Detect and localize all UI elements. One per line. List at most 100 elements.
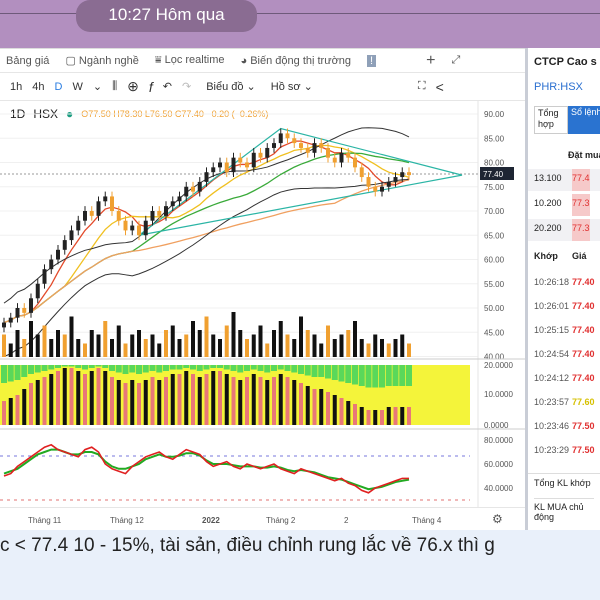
ind1-bar xyxy=(15,395,20,425)
candle-body xyxy=(373,186,378,192)
candle-body xyxy=(224,162,229,173)
volume-bar xyxy=(130,334,135,357)
volume-bar xyxy=(366,343,371,357)
candle-body xyxy=(305,147,310,153)
price-tick-label: 90.00 xyxy=(484,110,505,119)
ind1-bar xyxy=(319,389,324,425)
ind1-top-bar xyxy=(115,365,122,373)
volume-bar xyxy=(332,339,337,357)
volume-bar xyxy=(191,321,195,357)
candle-body xyxy=(177,196,182,202)
volume-bar xyxy=(278,321,283,357)
ind1-bar xyxy=(35,380,40,425)
ind1-top-bar xyxy=(244,365,250,371)
candle-body xyxy=(103,196,108,202)
candle-body xyxy=(143,220,148,236)
ind1-top-bar xyxy=(28,365,34,374)
ind1-top-bar xyxy=(14,365,21,380)
ind1-top-bar xyxy=(257,365,264,371)
trade-price: 77.40 xyxy=(572,325,595,335)
ind1-bar xyxy=(89,371,94,425)
company-name: CTCP Cao s xyxy=(534,56,597,68)
ind1-bar xyxy=(218,371,222,425)
trade-price: 77.50 xyxy=(572,445,595,455)
ind1-top-bar xyxy=(358,365,365,386)
volume-bar xyxy=(251,334,256,357)
ind2-fast-line xyxy=(3,443,409,494)
candle-body xyxy=(96,201,101,216)
ind1-top-bar xyxy=(129,365,136,373)
volume-bar xyxy=(258,325,263,357)
ind1-bar xyxy=(211,371,216,425)
order-qty: 10.200 xyxy=(534,198,562,208)
ind2-tick-label: 80.0000 xyxy=(484,436,513,445)
ind1-bar xyxy=(386,407,391,425)
volume-bar xyxy=(29,321,33,357)
ind1-bar xyxy=(164,377,168,425)
ind1-top-bar xyxy=(203,365,210,370)
ind1-bar xyxy=(278,374,283,425)
volume-bar xyxy=(22,339,27,357)
candle-body xyxy=(62,240,67,250)
candle-body xyxy=(299,143,303,148)
volume-bar xyxy=(42,325,47,357)
ind1-bar xyxy=(184,371,189,425)
ind1-top-bar xyxy=(34,365,41,373)
ind1-top-bar xyxy=(68,365,75,367)
ind1-top-bar xyxy=(122,365,129,374)
volume-bar xyxy=(238,330,243,357)
ind1-bar xyxy=(373,410,378,425)
candle-body xyxy=(29,298,33,313)
price-tick-label: 60.00 xyxy=(484,256,505,265)
ind1-top-bar xyxy=(372,365,379,388)
ticker-link[interactable]: PHR:HSX xyxy=(534,81,583,93)
tab-summary[interactable]: Tổng hợp xyxy=(534,106,568,134)
volume-bar xyxy=(143,339,148,357)
candle-body xyxy=(251,152,256,168)
ind1-bar xyxy=(258,377,263,425)
ind1-top-bar xyxy=(48,365,55,370)
ind1-top-bar xyxy=(196,365,203,371)
ind1-bar xyxy=(299,383,303,425)
volume-bar xyxy=(96,334,101,357)
volume-bar xyxy=(56,330,60,357)
candle-body xyxy=(393,177,398,182)
volume-bar xyxy=(103,321,108,357)
trade-time-header: Khớp xyxy=(534,251,558,261)
ind1-bar xyxy=(170,374,175,425)
candle-body xyxy=(218,162,222,168)
price-tick-label: 50.00 xyxy=(484,304,505,313)
active-buy-volume-label: KL MUA chủ động xyxy=(534,498,594,522)
price-chart[interactable]: 90.00 85.00 80.00 75.00 70.00 65.00 60.00 55.00… xyxy=(0,49,525,507)
candle-body xyxy=(164,206,168,216)
candle-body xyxy=(197,181,202,192)
volume-bar xyxy=(184,334,189,357)
candle-body xyxy=(366,177,371,187)
ind1-top-bar xyxy=(163,365,169,371)
ind1-top-bar xyxy=(95,365,102,367)
ind1-bar xyxy=(305,386,310,425)
ind1-bar xyxy=(238,380,243,425)
volume-bar xyxy=(218,339,222,357)
volume-bar xyxy=(373,334,378,357)
settings-gear-icon[interactable]: ⚙ xyxy=(492,512,503,526)
volume-bar xyxy=(265,343,270,357)
candle-body xyxy=(35,283,40,299)
ind1-bar xyxy=(285,377,290,425)
candle-body xyxy=(116,211,121,221)
candle-body xyxy=(359,167,364,178)
ind1-bar xyxy=(393,407,398,425)
volume-bar xyxy=(89,330,94,357)
volume-bar xyxy=(8,343,13,357)
trade-time: 10:23:57 xyxy=(534,397,570,407)
last-price-label: 77.40 xyxy=(483,170,504,179)
ind1-bar xyxy=(204,374,209,425)
trade-price: 77.60 xyxy=(572,397,595,407)
price-tick-label: 85.00 xyxy=(484,134,505,143)
ind2-tick-label: 60.0000 xyxy=(484,460,513,469)
ind1-bar xyxy=(346,401,351,425)
volume-bar xyxy=(15,330,20,357)
price-tick-label: 65.00 xyxy=(484,231,505,240)
tab-order-book[interactable]: Sổ lệnh xyxy=(568,106,600,134)
ind1-bar xyxy=(353,404,357,425)
